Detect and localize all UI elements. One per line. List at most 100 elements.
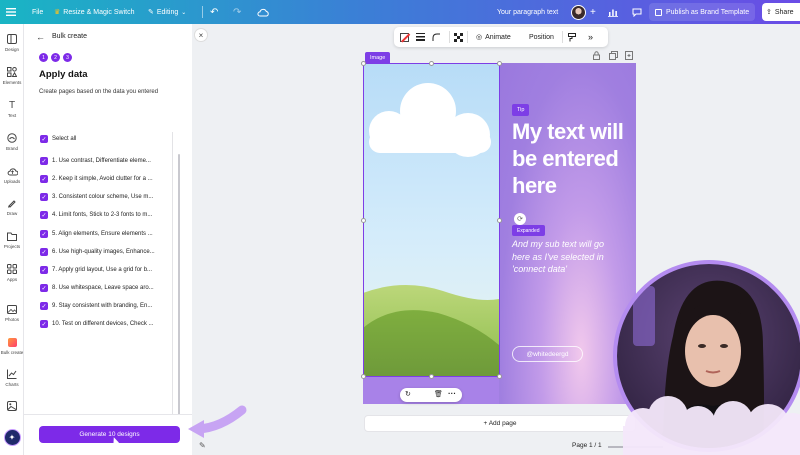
check-icon: ✓ — [41, 285, 47, 292]
add-page-icon[interactable] — [625, 51, 634, 60]
redo-icon[interactable]: ↷ — [233, 0, 241, 24]
subtext[interactable]: And my sub text will go here as I've sel… — [512, 238, 612, 276]
data-row[interactable]: 10. Test on different devices, Check ... — [52, 321, 154, 327]
rail-item-apps[interactable]: Apps — [0, 263, 24, 282]
data-row[interactable]: 7. Apply grid layout, Use a grid for b..… — [52, 267, 152, 273]
select-all-label: Select all — [52, 136, 77, 142]
resize-label: Resize & Magic Switch — [63, 8, 135, 16]
share-button[interactable]: ⇪ Share — [762, 3, 800, 21]
rail-item-uploads[interactable]: Uploads — [0, 165, 24, 184]
animate-button[interactable]: ◎ Animate — [476, 27, 511, 47]
rotate-handle-icon[interactable]: ⟳ — [514, 213, 526, 225]
add-page-button[interactable]: + Add page — [364, 415, 636, 432]
rail-item-more[interactable] — [0, 400, 24, 412]
corner-rounding-icon[interactable] — [432, 27, 441, 47]
more-options-icon[interactable]: » — [588, 27, 593, 47]
document-title[interactable]: Your paragraph text — [497, 0, 558, 24]
row-checkbox[interactable]: ✓ — [40, 211, 48, 219]
rail-label: Apps — [6, 277, 18, 282]
social-handle[interactable]: @whitedeergd — [512, 346, 583, 362]
rail-item-elements[interactable]: Elements — [0, 66, 24, 85]
row-checkbox[interactable]: ✓ — [40, 302, 48, 310]
lock-icon[interactable] — [592, 51, 601, 60]
row-checkbox[interactable]: ✓ — [40, 230, 48, 238]
data-row[interactable]: 5. Align elements, Ensure elements ... — [52, 231, 153, 237]
resize-button[interactable]: ♛ Resize & Magic Switch — [54, 0, 134, 24]
data-row[interactable]: 1. Use contrast, Differentiate eleme... — [52, 158, 151, 164]
menu-icon[interactable] — [6, 0, 20, 24]
data-row[interactable]: 3. Consistent colour scheme, Use m... — [52, 194, 153, 200]
row-checkbox[interactable]: ✓ — [40, 266, 48, 274]
more-icon[interactable]: ··· — [448, 389, 456, 398]
rail-item-design[interactable]: Design — [0, 33, 24, 52]
row-checkbox[interactable]: ✓ — [40, 320, 48, 328]
row-checkbox[interactable]: ✓ — [40, 157, 48, 165]
chevron-down-icon: ⌄ — [181, 9, 187, 16]
data-row[interactable]: 4. Limit fonts, Stick to 2-3 fonts to m.… — [52, 212, 152, 218]
rail-item-bulk-create[interactable]: Bulk create — [0, 336, 24, 355]
border-weight-icon[interactable] — [416, 27, 425, 47]
resize-handle[interactable] — [497, 61, 502, 66]
transparency-icon[interactable] — [454, 27, 463, 47]
collaborator-avatar[interactable] — [571, 0, 586, 24]
file-menu[interactable]: File — [32, 0, 43, 24]
rail-label: Bulk create — [0, 350, 24, 355]
image-app-icon — [6, 400, 18, 412]
data-row[interactable]: 6. Use high-quality images, Enhance... — [52, 249, 155, 255]
landscape-illustration — [363, 83, 499, 377]
comment-icon[interactable] — [632, 0, 642, 24]
resize-handle[interactable] — [361, 218, 366, 223]
rail-item-photos[interactable]: Photos — [0, 303, 24, 322]
tip-tag[interactable]: Tip — [512, 104, 530, 116]
data-row[interactable]: 9. Stay consistent with branding, En... — [52, 303, 152, 309]
rail-item-draw[interactable]: Draw — [0, 197, 24, 216]
resize-handle[interactable] — [497, 374, 502, 379]
row-checkbox[interactable]: ✓ — [40, 175, 48, 183]
row-checkbox[interactable]: ✓ — [40, 248, 48, 256]
rail-item-text[interactable]: T Text — [0, 99, 24, 119]
share-icon: ⇪ — [766, 9, 772, 16]
rail-item-projects[interactable]: Projects — [0, 230, 24, 249]
add-collaborator-icon[interactable]: + — [590, 0, 596, 24]
row-checkbox[interactable]: ✓ — [40, 193, 48, 201]
rail-label: Design — [4, 47, 19, 52]
delete-icon[interactable]: 🗑 — [434, 390, 443, 398]
publish-brand-template-button[interactable]: Publish as Brand Template — [649, 3, 756, 21]
apply-data-heading: Apply data — [39, 69, 88, 80]
scrollbar[interactable] — [178, 154, 180, 434]
image-frame[interactable] — [363, 63, 499, 377]
resize-handle[interactable] — [497, 218, 502, 223]
paint-format-icon[interactable] — [568, 27, 576, 47]
data-row[interactable]: 2. Keep it simple, Avoid clutter for a .… — [52, 176, 153, 182]
close-panel-button[interactable]: × — [194, 28, 208, 42]
page-count[interactable]: Page 1 / 1 — [572, 442, 602, 449]
row-checkbox[interactable]: ✓ — [40, 284, 48, 292]
design-page[interactable]: Tip My text will be entered here ⟳ Expan… — [363, 63, 636, 404]
back-arrow-icon[interactable]: ← — [36, 32, 45, 42]
color-picker-icon[interactable] — [400, 27, 410, 47]
resize-handle[interactable] — [361, 61, 366, 66]
data-row[interactable]: 8. Use whitespace, Leave space aro... — [52, 285, 154, 291]
rail-label: Brand — [5, 146, 18, 151]
select-all-checkbox[interactable]: ✓ — [40, 135, 48, 143]
resize-handle[interactable] — [429, 374, 434, 379]
resize-handle[interactable] — [361, 374, 366, 379]
magic-assistant-button[interactable]: ✦ — [0, 429, 24, 446]
rail-item-brand[interactable]: Brand — [0, 132, 24, 151]
editing-mode-dropdown[interactable]: ✎ Editing ⌄ — [148, 0, 186, 24]
cloud-save-icon[interactable] — [257, 0, 269, 24]
headline-text[interactable]: My text will be entered here — [512, 118, 632, 199]
check-icon: ✓ — [41, 231, 47, 238]
check-icon: ✓ — [41, 194, 47, 201]
expanded-tag[interactable]: Expanded — [512, 225, 545, 236]
insights-icon[interactable] — [608, 0, 618, 24]
rail-item-charts[interactable]: Charts — [0, 368, 24, 387]
ai-edit-icon[interactable]: ↻ — [405, 390, 411, 398]
position-button[interactable]: Position — [529, 27, 554, 47]
undo-icon[interactable]: ↶ — [210, 0, 218, 24]
duplicate-page-icon[interactable] — [609, 51, 618, 60]
apps-icon — [6, 263, 18, 275]
generate-designs-button[interactable]: Generate 10 designs — [39, 426, 180, 443]
resize-handle[interactable] — [429, 61, 434, 66]
check-icon: ✓ — [41, 321, 47, 328]
